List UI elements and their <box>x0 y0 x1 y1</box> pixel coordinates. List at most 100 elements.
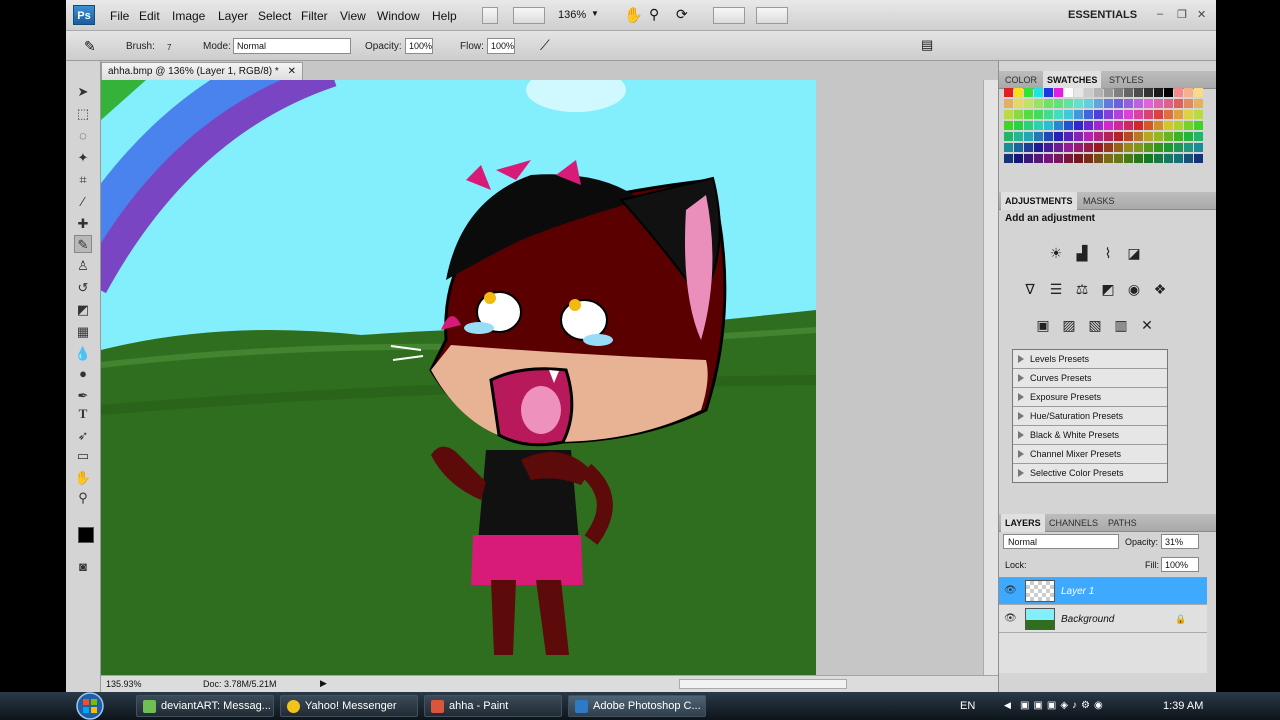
tab-color[interactable]: COLOR <box>1001 71 1041 89</box>
swatch[interactable] <box>1004 99 1013 108</box>
swatch[interactable] <box>1154 88 1163 97</box>
swatch[interactable] <box>1034 154 1043 163</box>
swatch[interactable] <box>1144 143 1153 152</box>
start-orb-icon[interactable] <box>73 692 107 720</box>
tab-adjustments[interactable]: ADJUSTMENTS <box>1001 192 1077 210</box>
layer-opacity-field[interactable]: 31% <box>1161 534 1199 549</box>
menu-help[interactable]: Help <box>432 9 457 23</box>
swatch[interactable] <box>1034 99 1043 108</box>
swatch[interactable] <box>1094 110 1103 119</box>
rotate-view-icon[interactable]: ⟳ <box>676 6 688 23</box>
swatch[interactable] <box>1114 143 1123 152</box>
layer-row-layer-1[interactable]: 👁 Layer 1 <box>999 578 1207 605</box>
swatch[interactable] <box>1124 99 1133 108</box>
status-menu-arrow-icon[interactable]: ▶ <box>320 678 327 689</box>
swatch[interactable] <box>1034 132 1043 141</box>
swatch[interactable] <box>1034 88 1043 97</box>
swatch[interactable] <box>1144 88 1153 97</box>
swatch[interactable] <box>1164 110 1173 119</box>
swatch[interactable] <box>1174 99 1183 108</box>
swatch[interactable] <box>1014 110 1023 119</box>
swatch[interactable] <box>1184 121 1193 130</box>
swatch[interactable] <box>1004 132 1013 141</box>
swatch[interactable] <box>1094 143 1103 152</box>
swatch[interactable] <box>1174 132 1183 141</box>
swatch[interactable] <box>1124 121 1133 130</box>
swatch[interactable] <box>1194 132 1203 141</box>
eye-icon[interactable]: 👁 <box>1004 586 1017 596</box>
close-icon[interactable]: ✕ <box>1197 8 1206 21</box>
swatch[interactable] <box>1114 154 1123 163</box>
swatch[interactable] <box>1074 143 1083 152</box>
swatch[interactable] <box>1124 110 1133 119</box>
canvas[interactable] <box>101 80 816 675</box>
hue-saturation-icon[interactable]: ☰ <box>1047 280 1065 298</box>
swatch[interactable] <box>1024 99 1033 108</box>
brush-tool-preset-icon[interactable]: ✎ <box>84 38 96 55</box>
blur-tool-icon[interactable]: 💧 <box>74 345 92 363</box>
tab-paths[interactable]: PATHS <box>1104 514 1141 532</box>
taskbar-item-paint[interactable]: ahha - Paint <box>424 695 562 717</box>
swatch[interactable] <box>1124 132 1133 141</box>
swatch[interactable] <box>1164 121 1173 130</box>
swatch[interactable] <box>1084 99 1093 108</box>
swatch[interactable] <box>1164 143 1173 152</box>
swatch[interactable] <box>1064 121 1073 130</box>
healing-brush-tool-icon[interactable]: ✚ <box>74 215 92 233</box>
preset-exposure[interactable]: Exposure Presets <box>1013 388 1167 407</box>
swatch[interactable] <box>1044 110 1053 119</box>
swatch[interactable] <box>1114 132 1123 141</box>
arrange-documents-button[interactable] <box>713 7 745 24</box>
horizontal-scrollbar[interactable] <box>679 679 847 689</box>
swatch[interactable] <box>1184 154 1193 163</box>
swatch[interactable] <box>1154 132 1163 141</box>
brush-tool-icon[interactable]: ✎ <box>74 235 92 253</box>
swatch[interactable] <box>1004 154 1013 163</box>
fill-field[interactable]: 100% <box>1161 557 1199 572</box>
swatch[interactable] <box>1114 99 1123 108</box>
eraser-tool-icon[interactable]: ◩ <box>74 301 92 319</box>
airbrush-icon[interactable]: ⟋ <box>540 37 550 54</box>
language-indicator[interactable]: EN <box>960 700 975 712</box>
marquee-tool-icon[interactable]: ⬚ <box>74 105 92 123</box>
eye-icon[interactable]: 👁 <box>1004 614 1017 624</box>
blend-mode-select[interactable]: Normal <box>1003 534 1119 549</box>
swatch[interactable] <box>1154 143 1163 152</box>
swatch[interactable] <box>1094 121 1103 130</box>
swatch[interactable] <box>1014 154 1023 163</box>
swatch[interactable] <box>1014 99 1023 108</box>
swatch[interactable] <box>1054 121 1063 130</box>
swatch[interactable] <box>1144 99 1153 108</box>
swatch[interactable] <box>1134 143 1143 152</box>
swatch[interactable] <box>1044 154 1053 163</box>
swatch[interactable] <box>1104 121 1113 130</box>
preset-hue-saturation[interactable]: Hue/Saturation Presets <box>1013 407 1167 426</box>
shape-tool-icon[interactable]: ▭ <box>74 447 92 465</box>
tab-channels[interactable]: CHANNELS <box>1045 514 1102 532</box>
view-extras-button[interactable] <box>513 7 545 24</box>
gradient-map-icon[interactable]: ▥ <box>1112 316 1130 334</box>
swatch[interactable] <box>1104 110 1113 119</box>
tab-swatches[interactable]: SWATCHES <box>1043 71 1102 89</box>
swatch[interactable] <box>1154 110 1163 119</box>
swatch[interactable] <box>1144 154 1153 163</box>
history-brush-tool-icon[interactable]: ↺ <box>74 279 92 297</box>
swatch[interactable] <box>1004 88 1013 97</box>
swatch[interactable] <box>1104 132 1113 141</box>
status-zoom[interactable]: 135.93% <box>106 679 142 689</box>
swatches-grid[interactable] <box>1004 88 1203 164</box>
swatch[interactable] <box>1044 132 1053 141</box>
swatch[interactable] <box>1184 99 1193 108</box>
swatch[interactable] <box>1134 99 1143 108</box>
levels-icon[interactable]: ▟ <box>1073 244 1091 262</box>
taskbar-item-yahoo[interactable]: Yahoo! Messenger <box>280 695 418 717</box>
swatch[interactable] <box>1174 110 1183 119</box>
flow-field[interactable]: 100% <box>487 38 515 54</box>
swatch[interactable] <box>1094 99 1103 108</box>
swatch[interactable] <box>1054 99 1063 108</box>
mode-select[interactable]: Normal <box>233 38 351 54</box>
swatch[interactable] <box>1164 99 1173 108</box>
swatch[interactable] <box>1084 143 1093 152</box>
swatch[interactable] <box>1024 88 1033 97</box>
swatch[interactable] <box>1134 132 1143 141</box>
